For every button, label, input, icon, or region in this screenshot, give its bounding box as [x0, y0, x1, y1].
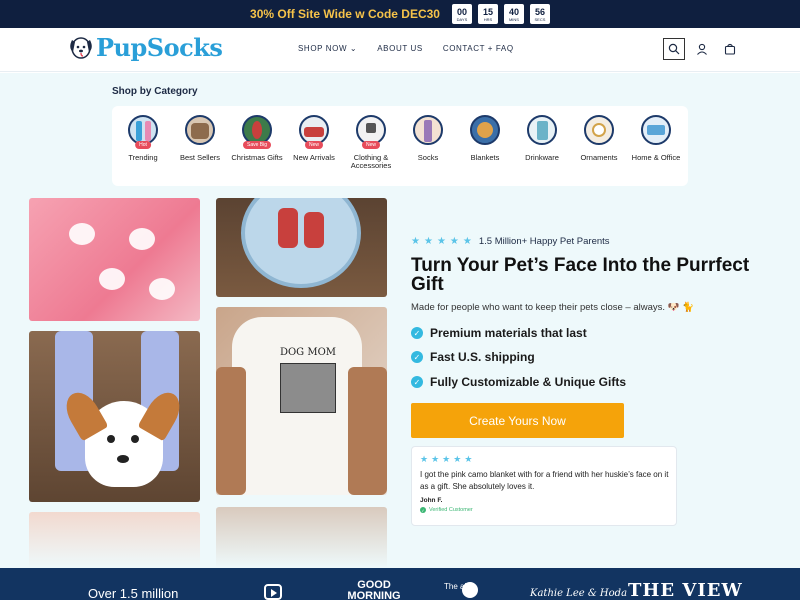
nav-shop-now[interactable]: SHOP NOW ⌄ — [298, 44, 357, 53]
create-yours-now-button[interactable]: Create Yours Now — [411, 403, 624, 438]
countdown-minutes: 40 MINS — [503, 4, 524, 24]
abc-logo-icon — [462, 582, 478, 598]
star-icon: ★ — [453, 455, 462, 465]
feature-item: ✓ Fast U.S. shipping — [411, 350, 535, 364]
cart-icon[interactable] — [719, 38, 741, 60]
product-photo-socks-corgi — [29, 331, 200, 502]
reviewer-name: John F. — [420, 497, 443, 504]
review-text: I got the pink camo blanket with for a f… — [420, 470, 669, 491]
star-icon: ★ — [420, 455, 429, 465]
product-photo-ornament — [216, 198, 387, 297]
category-label: Blankets — [470, 153, 500, 162]
verified-check-icon: ✓ — [420, 507, 426, 513]
star-icon: ★ — [431, 455, 440, 465]
instagram-reel-icon — [264, 584, 282, 600]
press-intro: Over 1.5 million — [88, 586, 179, 600]
review-card: ★ ★ ★ ★ ★ I got the pink camo blanket wi… — [411, 446, 677, 526]
rating-row: ★ ★ ★ ★ ★ 1.5 Million+ Happy Pet Parents — [411, 236, 610, 247]
feature-item: ✓ Fully Customizable & Unique Gifts — [411, 375, 626, 389]
category-image — [185, 115, 215, 145]
star-icon: ★ — [462, 236, 472, 247]
star-icon: ★ — [464, 455, 473, 465]
category-blankets[interactable]: Blankets — [453, 115, 517, 162]
countdown-seconds: 56 SECS — [529, 4, 550, 24]
category-best-sellers[interactable]: Best Sellers — [168, 115, 232, 162]
category-label: Home & Office — [631, 153, 681, 162]
category-label: New Arrivals — [293, 153, 335, 162]
nav-contact-faq[interactable]: CONTACT + FAQ — [443, 44, 514, 53]
rating-text: 1.5 Million+ Happy Pet Parents — [478, 236, 610, 247]
category-image — [527, 115, 557, 145]
press-logo-the-view: THE VIEW — [628, 580, 743, 600]
account-icon[interactable] — [691, 38, 713, 60]
star-icon: ★ — [423, 236, 433, 247]
star-icon: ★ — [436, 236, 446, 247]
category-drinkware[interactable]: Drinkware — [510, 115, 574, 162]
announcement-bar: 30% Off Site Wide w Code DEC30 00 DAYS 15… — [0, 0, 800, 28]
verified-badge: ✓ Verified Customer — [420, 507, 473, 513]
category-image — [413, 115, 443, 145]
press-logo-gma: GOOD MORNING — [347, 579, 401, 600]
star-icon: ★ — [449, 236, 459, 247]
dog-logo-icon — [70, 37, 92, 59]
press-bar: Over 1.5 million GOOD MORNING The abc Ka… — [0, 568, 800, 600]
hero-subline: Made for people who want to keep their p… — [411, 302, 694, 313]
star-icon: ★ — [411, 236, 420, 247]
category-christmas-gifts[interactable]: Save Big Christmas Gifts — [225, 115, 289, 162]
category-label: Socks — [417, 153, 439, 162]
review-stars: ★ ★ ★ ★ ★ — [420, 455, 668, 465]
category-label: Trending — [128, 153, 158, 162]
press-logo-kathie-lee-hoda: Kathie Lee & Hoda — [530, 588, 628, 599]
star-icon: ★ — [442, 455, 451, 465]
category-label: Christmas Gifts — [231, 153, 283, 162]
product-photo-dog-mom-shirt: DOG MOM — [216, 307, 387, 495]
category-label: Drinkware — [525, 153, 559, 162]
shirt-print-text: DOG MOM — [279, 347, 337, 358]
countdown-hours: 15 HRS — [477, 4, 498, 24]
hero-headline: Turn Your Pet’s Face Into the Purrfect G… — [411, 255, 750, 295]
check-icon: ✓ — [411, 376, 423, 388]
product-photo-cat-partial — [216, 507, 387, 568]
site-header: PupSocks SHOP NOW ⌄ ABOUT US CONTACT + F… — [0, 28, 800, 72]
product-photo-partial — [29, 512, 200, 568]
category-badge: New — [361, 141, 381, 149]
check-icon: ✓ — [411, 327, 423, 339]
product-photo-blanket — [29, 198, 200, 321]
feature-item: ✓ Premium materials that last — [411, 326, 587, 340]
category-badge: Hot — [135, 141, 151, 149]
category-image — [641, 115, 671, 145]
category-trending[interactable]: Hot Trending — [111, 115, 175, 162]
check-icon: ✓ — [411, 351, 423, 363]
countdown-days: 00 DAYS — [451, 4, 472, 24]
category-ornaments[interactable]: Ornaments — [567, 115, 631, 162]
category-label: Clothing & Accessories — [350, 153, 392, 170]
category-badge: New — [304, 141, 324, 149]
category-new-arrivals[interactable]: New New Arrivals — [282, 115, 346, 162]
category-socks[interactable]: Socks — [396, 115, 460, 162]
category-image — [584, 115, 614, 145]
category-home-office[interactable]: Home & Office — [624, 115, 688, 162]
category-badge: Save Big — [242, 141, 272, 149]
category-clothing-accessories[interactable]: New Clothing & Accessories — [339, 115, 403, 170]
category-heading: Shop by Category — [112, 86, 198, 97]
category-image — [470, 115, 500, 145]
search-icon[interactable] — [663, 38, 685, 60]
category-label: Best Sellers — [179, 153, 221, 162]
nav-about-us[interactable]: ABOUT US — [377, 44, 423, 53]
category-label: Ornaments — [580, 153, 618, 162]
site-logo[interactable]: PupSocks — [68, 32, 223, 62]
header-icons — [663, 38, 741, 60]
main-nav: SHOP NOW ⌄ ABOUT US CONTACT + FAQ — [298, 44, 514, 53]
promo-text: 30% Off Site Wide w Code DEC30 — [250, 7, 440, 21]
